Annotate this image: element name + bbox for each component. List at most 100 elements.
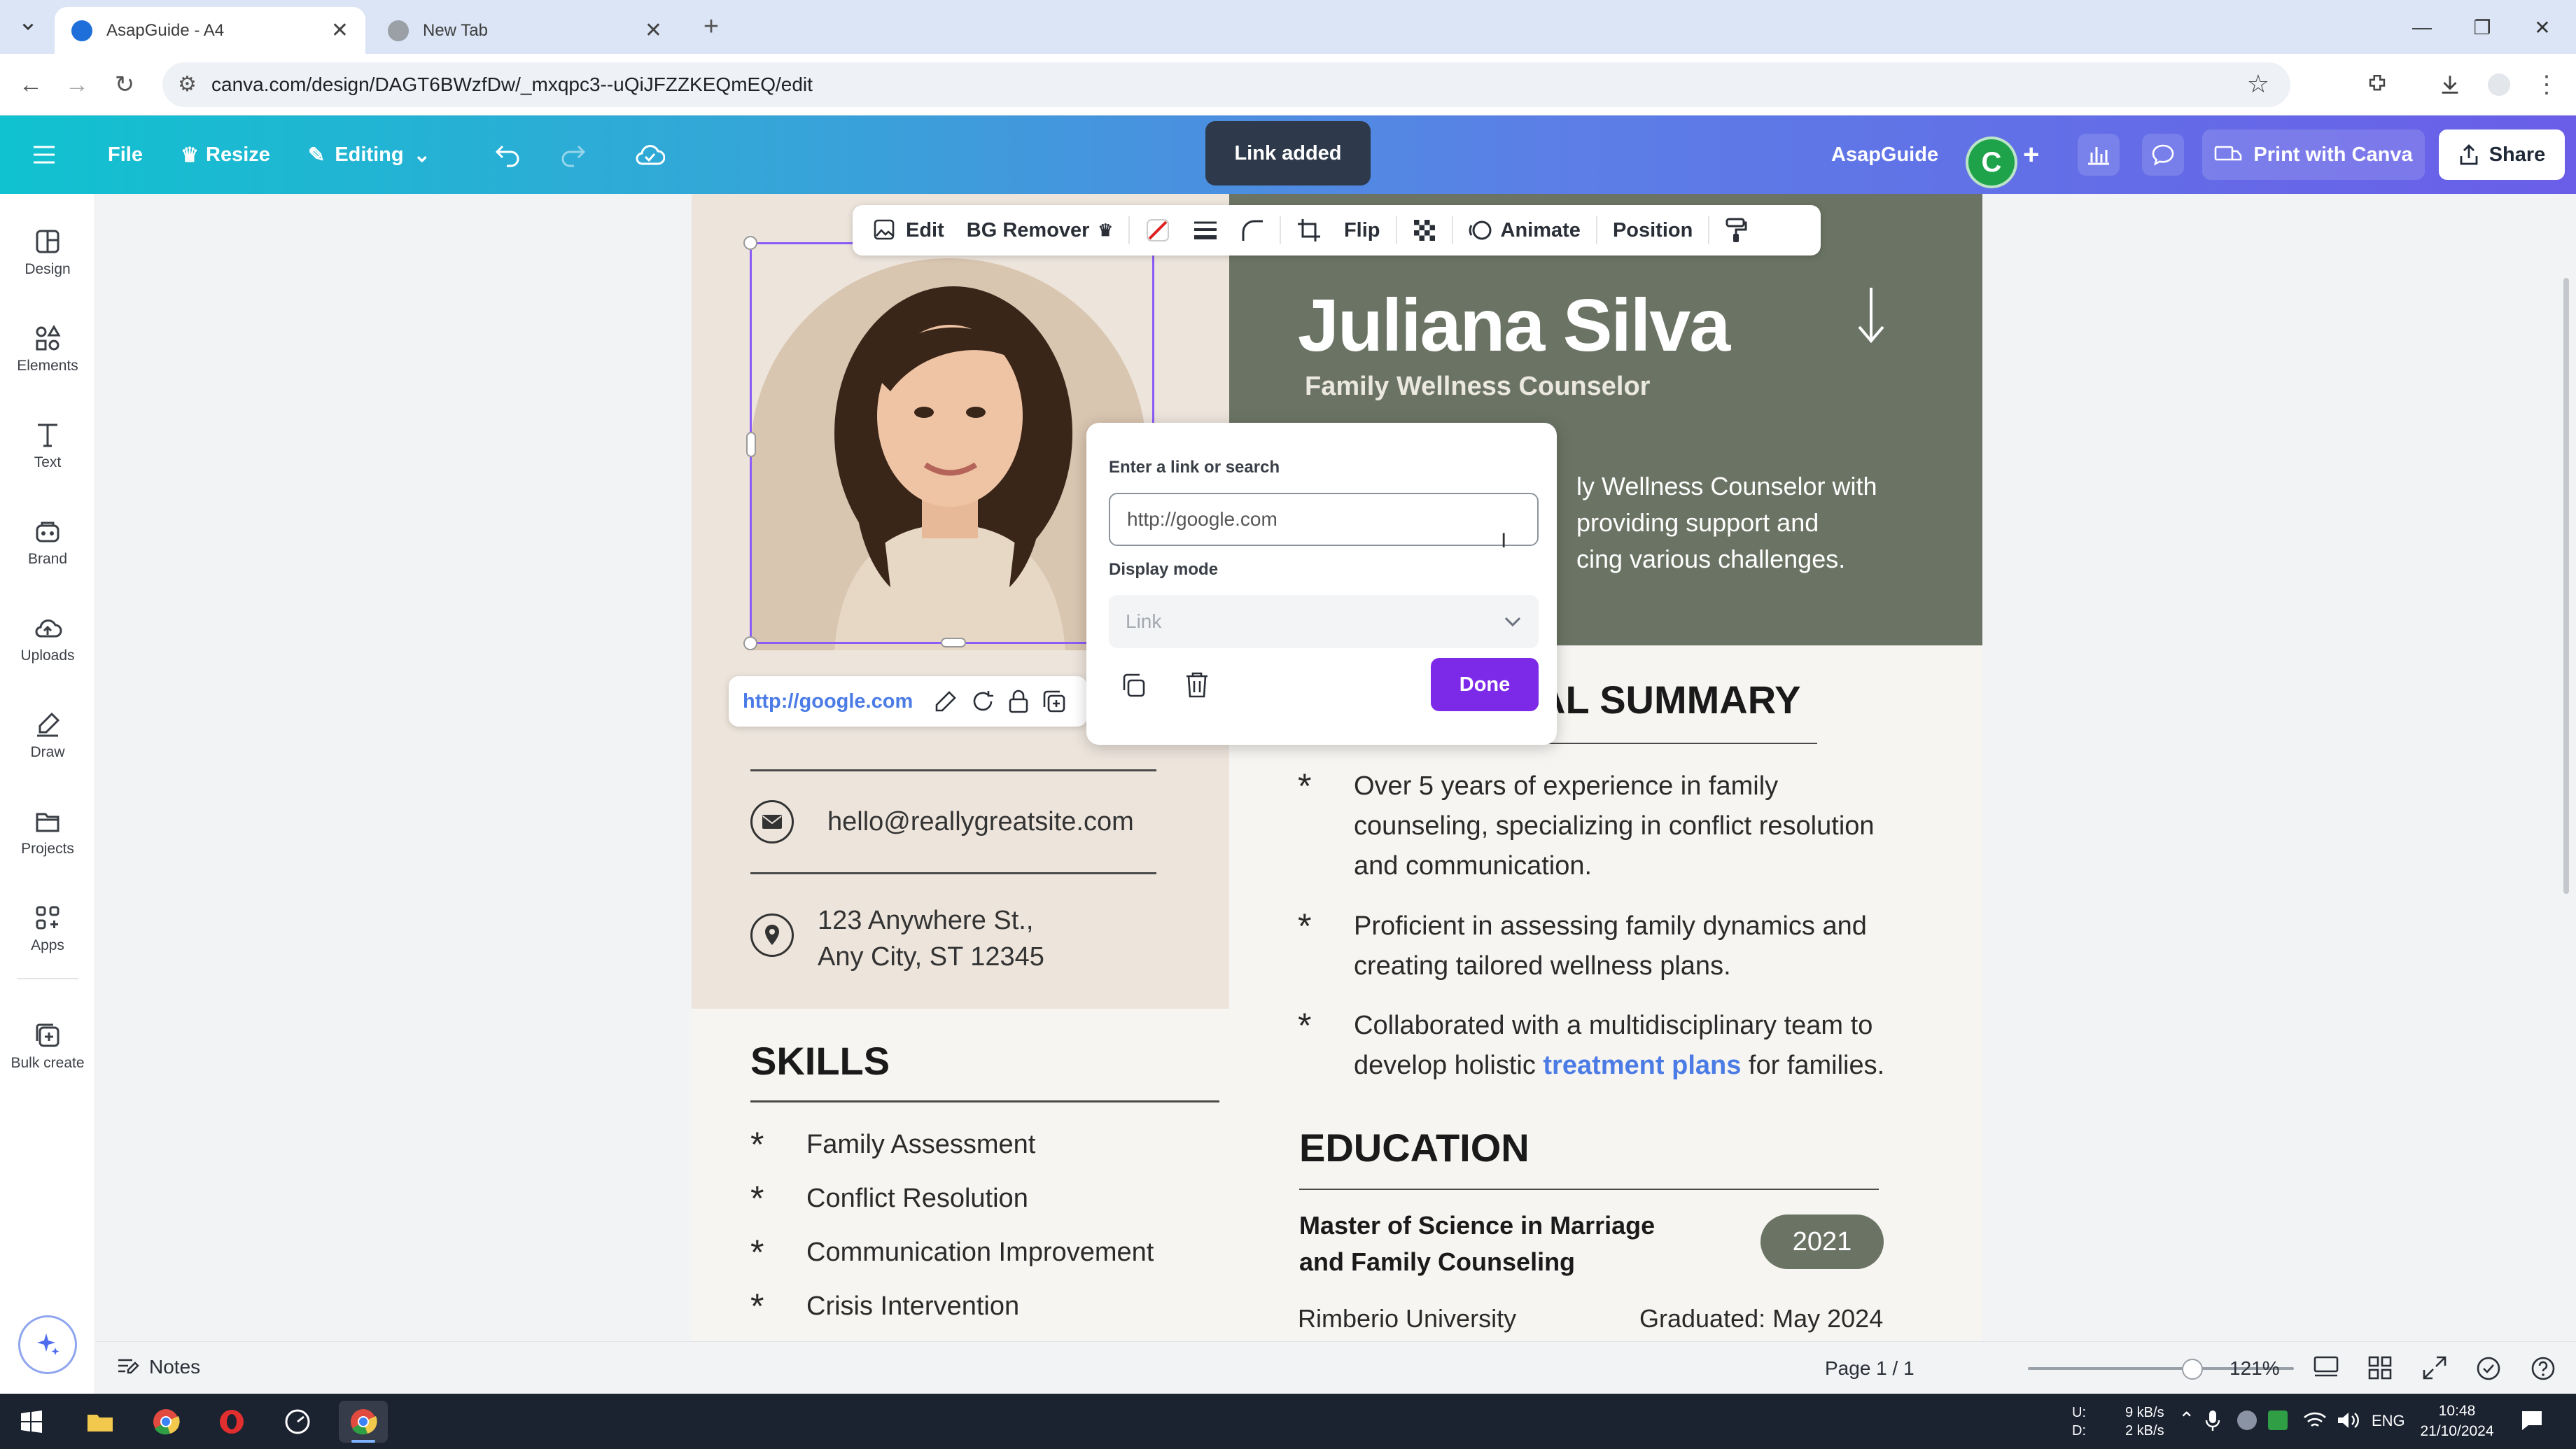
sidebar-item-design[interactable]: Design <box>0 211 95 295</box>
app-gauge-icon[interactable] <box>273 1401 322 1443</box>
flip-button[interactable]: Flip <box>1337 211 1387 250</box>
link-chip-url[interactable]: http://google.com <box>743 690 913 713</box>
undo-icon[interactable] <box>494 115 522 194</box>
resize-handle[interactable] <box>746 432 756 457</box>
microphone-icon[interactable] <box>2205 1409 2220 1433</box>
delete-link-trash-icon[interactable] <box>1184 671 1210 699</box>
tab-new-tab[interactable]: New Tab ✕ <box>371 7 679 54</box>
workspace-scrollbar[interactable] <box>2563 278 2569 894</box>
page-indicator[interactable]: Page 1 / 1 <box>1825 1357 1914 1380</box>
sidebar-item-uploads[interactable]: Uploads <box>0 597 95 681</box>
copy-style-button[interactable] <box>1718 211 1754 250</box>
summary-item[interactable]: * Over 5 years of experience in family c… <box>1298 766 1875 886</box>
edit-link-pencil-icon[interactable] <box>934 690 958 713</box>
sidebar-item-text[interactable]: Text <box>0 404 95 488</box>
new-tab-plus-icon[interactable]: + <box>693 8 729 45</box>
education-heading[interactable]: EDUCATION <box>1299 1125 1530 1170</box>
link-input[interactable] <box>1109 493 1539 546</box>
sidebar-item-bulk-create[interactable]: Bulk create <box>0 1004 95 1088</box>
zoom-level[interactable]: 121% <box>2230 1357 2280 1380</box>
notes-button[interactable]: Notes <box>117 1356 200 1378</box>
resize-handle[interactable] <box>743 236 757 250</box>
share-button[interactable]: Share <box>2439 130 2565 180</box>
lock-icon[interactable] <box>1008 689 1029 714</box>
summary-item[interactable]: * Collaborated with a multidisciplinary … <box>1298 1006 1884 1086</box>
redo-icon[interactable] <box>559 115 587 194</box>
sidebar-item-projects[interactable]: Projects <box>0 790 95 874</box>
page-view-icon[interactable] <box>2314 1356 2339 1380</box>
cloud-saved-icon[interactable] <box>634 115 665 194</box>
skills-heading[interactable]: SKILLS <box>750 1038 890 1084</box>
done-button[interactable]: Done <box>1431 658 1539 711</box>
print-with-canva-button[interactable]: Print with Canva <box>2202 130 2425 180</box>
invite-plus-icon[interactable]: + <box>2023 115 2039 194</box>
fullscreen-icon[interactable] <box>2423 1356 2446 1380</box>
address-row[interactable]: 123 Anywhere St., Any City, ST 12345 <box>750 902 1044 975</box>
corner-rounding-button[interactable] <box>1233 211 1271 250</box>
university-text[interactable]: Rimberio University <box>1298 1304 1516 1334</box>
insights-chart-icon[interactable] <box>2078 134 2120 176</box>
help-icon[interactable] <box>2530 1356 2556 1381</box>
transparency-button[interactable] <box>1406 211 1443 250</box>
chrome-icon[interactable] <box>141 1401 190 1443</box>
tab-search-icon[interactable] <box>10 8 46 45</box>
file-explorer-icon[interactable] <box>76 1401 125 1443</box>
magic-assistant-button[interactable] <box>18 1315 77 1374</box>
rotate-icon[interactable] <box>970 690 995 713</box>
resize-handle[interactable] <box>743 636 757 650</box>
check-circle-icon[interactable] <box>2476 1356 2501 1381</box>
profile-icon[interactable] <box>2481 66 2517 103</box>
summary-item[interactable]: * Proficient in assessing family dynamic… <box>1298 906 1867 986</box>
position-button[interactable]: Position <box>1606 211 1700 250</box>
comment-icon[interactable] <box>2142 134 2184 176</box>
duplicate-icon[interactable] <box>1042 689 1067 714</box>
skill-item[interactable]: * Crisis Intervention <box>750 1287 1019 1326</box>
close-tab-icon[interactable]: ✕ <box>645 18 662 43</box>
resume-about[interactable]: ly Wellness Counselor with providing sup… <box>1576 468 1982 578</box>
zoom-slider-thumb[interactable] <box>2182 1359 2203 1380</box>
tray-app-icon[interactable] <box>2268 1410 2288 1430</box>
wifi-icon[interactable] <box>2303 1410 2327 1430</box>
hamburger-menu-icon[interactable] <box>32 115 56 194</box>
edit-image-button[interactable]: Edit <box>867 211 951 250</box>
extensions-icon[interactable] <box>2359 66 2395 103</box>
close-window-icon[interactable]: ✕ <box>2514 10 2570 45</box>
animate-button[interactable]: Animate <box>1462 211 1588 250</box>
bg-remover-button[interactable]: BG Remover ♛ <box>960 211 1120 250</box>
url-field[interactable]: ⚙ canva.com/design/DAGT6BWzfDw/_mxqpc3--… <box>162 62 2290 107</box>
resize-handle[interactable] <box>941 638 966 648</box>
sidebar-item-elements[interactable]: Elements <box>0 307 95 391</box>
chevron-up-icon[interactable]: ⌃ <box>2178 1408 2194 1431</box>
grid-view-icon[interactable] <box>2368 1356 2392 1380</box>
copy-link-icon[interactable] <box>1120 672 1147 699</box>
resume-title[interactable]: Family Wellness Counselor <box>1305 372 1650 402</box>
clock[interactable]: 10:48 21/10/2024 <box>2416 1401 2498 1441</box>
chrome-active-icon[interactable] <box>339 1401 388 1443</box>
menu-dots-icon[interactable]: ⋮ <box>2528 66 2565 103</box>
tab-asapguide[interactable]: AsapGuide - A4 ✕ <box>55 7 365 54</box>
tray-app-icon[interactable] <box>2237 1410 2257 1430</box>
editing-mode-button[interactable]: ✎ Editing ⌄ <box>308 115 430 194</box>
language-indicator[interactable]: ENG <box>2372 1412 2405 1430</box>
file-menu-button[interactable]: File <box>108 115 143 194</box>
sidebar-item-draw[interactable]: Draw <box>0 694 95 778</box>
forward-arrow-icon[interactable]: → <box>59 66 95 103</box>
reload-icon[interactable]: ↻ <box>106 66 143 103</box>
skill-item[interactable]: * Family Assessment <box>750 1125 1035 1165</box>
restore-icon[interactable]: ❐ <box>2454 10 2510 45</box>
year-badge[interactable]: 2021 <box>1760 1214 1884 1269</box>
site-info-icon[interactable]: ⚙ <box>178 72 197 97</box>
graduated-text[interactable]: Graduated: May 2024 <box>1639 1304 1883 1334</box>
bookmark-star-icon[interactable]: ☆ <box>2247 69 2269 99</box>
arrow-down-icon[interactable] <box>1854 285 1889 345</box>
download-icon[interactable] <box>2432 66 2468 103</box>
email-row[interactable]: hello@reallygreatsite.com <box>750 800 1134 844</box>
windows-start-icon[interactable] <box>7 1401 56 1443</box>
volume-icon[interactable] <box>2337 1410 2360 1430</box>
opera-icon[interactable] <box>207 1401 256 1443</box>
treatment-plans-link[interactable]: treatment plans <box>1543 1051 1741 1080</box>
sidebar-item-brand[interactable]: Brand <box>0 500 95 584</box>
resize-button[interactable]: ♛ Resize <box>181 115 270 194</box>
user-avatar[interactable]: C <box>1966 136 2017 188</box>
degree-text[interactable]: Master of Science in Marriage and Family… <box>1299 1208 1691 1280</box>
